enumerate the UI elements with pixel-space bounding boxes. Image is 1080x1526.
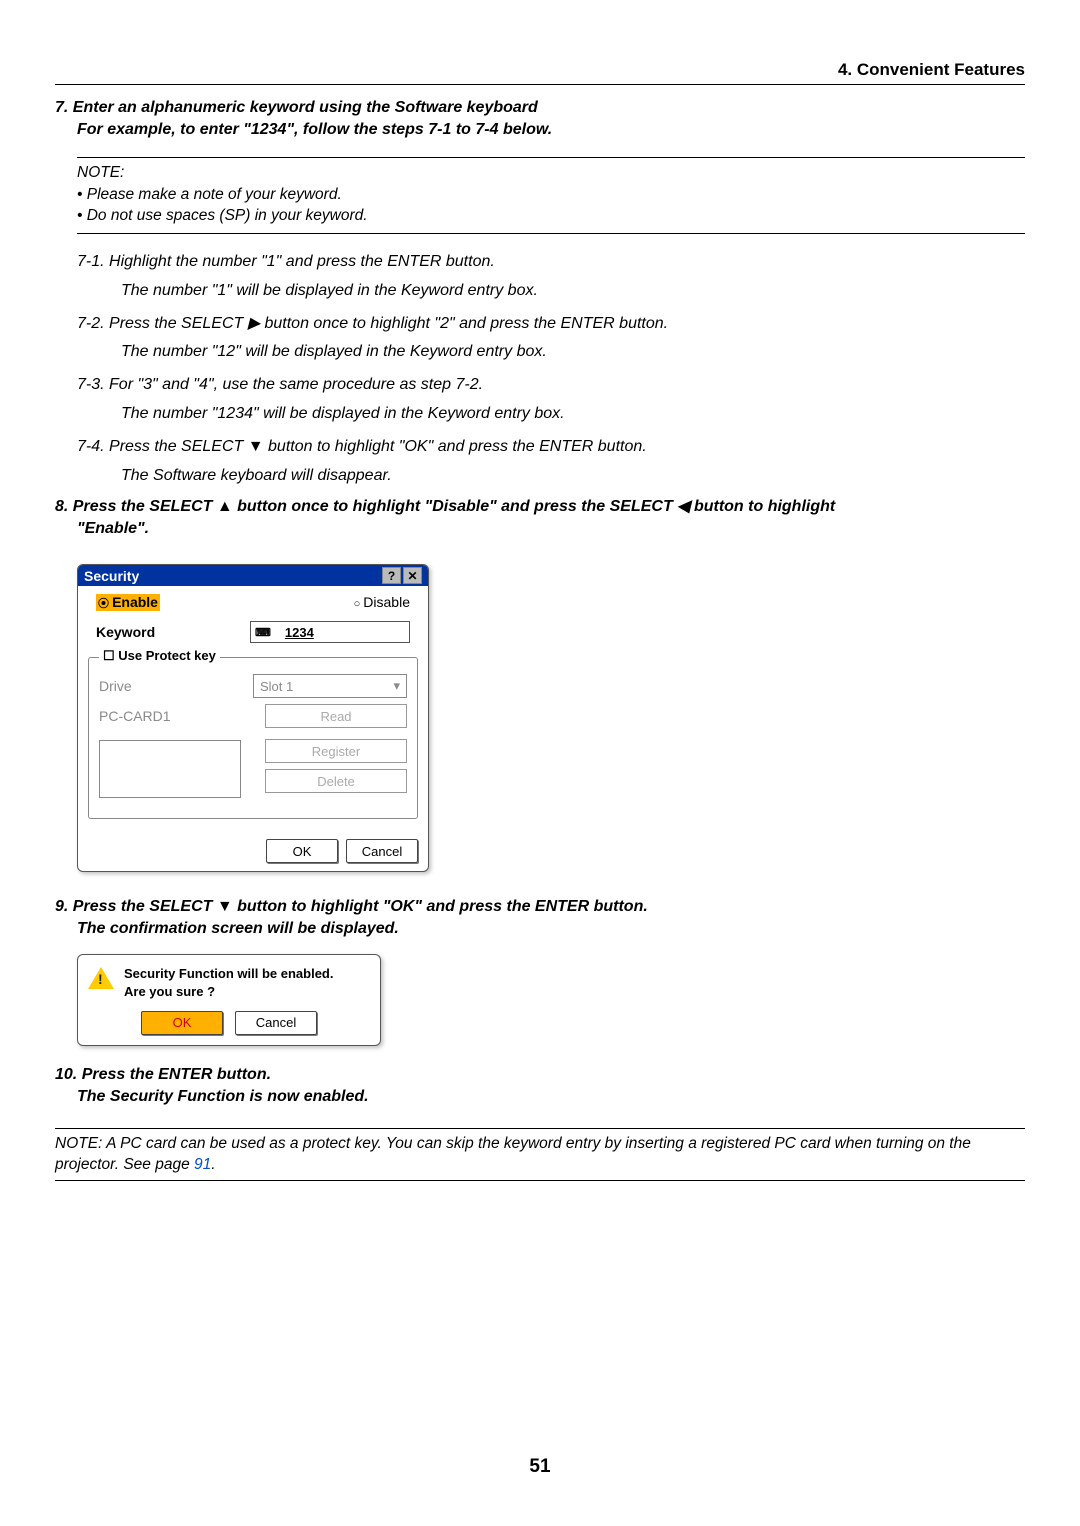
step-10-line1: 10. Press the ENTER button.	[55, 1066, 1025, 1084]
drive-value: Slot 1	[260, 679, 293, 694]
chevron-down-icon: ▾	[393, 678, 400, 694]
security-titlebar: Security ? ✕	[78, 565, 428, 586]
step-7-3-follow: The number "1234" will be displayed in t…	[121, 402, 1025, 427]
step-7-4: 7-4. Press the SELECT ▼ button to highli…	[77, 435, 1025, 460]
step-7-1-follow: The number "1" will be displayed in the …	[121, 279, 1025, 304]
radio-enable[interactable]: Enable	[96, 594, 160, 611]
final-note-text: NOTE: A PC card can be used as a protect…	[55, 1135, 971, 1174]
final-note: NOTE: A PC card can be used as a protect…	[55, 1128, 1025, 1181]
confirm-ok-button[interactable]: OK	[141, 1011, 223, 1035]
confirm-msg-2: Are you sure ?	[124, 983, 333, 1001]
help-icon[interactable]: ?	[382, 567, 401, 584]
radio-disable[interactable]: Disable	[354, 594, 410, 611]
pccard-list[interactable]	[99, 740, 241, 798]
page-link-91[interactable]: 91	[194, 1156, 211, 1173]
protect-key-panel: Use Protect key Drive Slot 1 ▾ PC-CARD1 …	[88, 657, 418, 819]
note-bullet-1: • Please make a note of your keyword.	[77, 184, 1025, 206]
delete-button[interactable]: Delete	[265, 769, 407, 793]
confirm-dialog: Security Function will be enabled. Are y…	[77, 954, 381, 1045]
step-10-line2: The Security Function is now enabled.	[77, 1088, 1025, 1106]
keyword-field[interactable]: ⌨ 1234	[250, 621, 410, 643]
step-7-1: 7-1. Highlight the number "1" and press …	[77, 250, 1025, 275]
pccard-label: PC-CARD1	[99, 708, 171, 724]
cancel-button[interactable]: Cancel	[346, 839, 418, 863]
final-note-end: .	[211, 1156, 215, 1173]
note-label: NOTE:	[77, 162, 1025, 184]
ok-button[interactable]: OK	[266, 839, 338, 863]
note-bullet-2: • Do not use spaces (SP) in your keyword…	[77, 205, 1025, 227]
keyboard-icon: ⌨	[255, 626, 271, 639]
step-7-2: 7-2. Press the SELECT ▶ button once to h…	[77, 312, 1025, 337]
section-header: 4. Convenient Features	[55, 60, 1025, 85]
close-icon[interactable]: ✕	[403, 567, 422, 584]
security-dialog: Security ? ✕ Enable Disable Keyword ⌨ 12…	[77, 564, 429, 872]
step-9-line1: 9. Press the SELECT ▼ button to highligh…	[55, 898, 1025, 916]
drive-label: Drive	[99, 678, 132, 694]
confirm-cancel-button[interactable]: Cancel	[235, 1011, 317, 1035]
read-button[interactable]: Read	[265, 704, 407, 728]
register-button[interactable]: Register	[265, 739, 407, 763]
step-7-4-follow: The Software keyboard will disappear.	[121, 464, 1025, 489]
use-protect-key-checkbox[interactable]: Use Protect key	[99, 648, 220, 664]
confirm-msg-1: Security Function will be enabled.	[124, 965, 333, 983]
step-8-line2: "Enable".	[77, 520, 1025, 538]
step-7-3: 7-3. For "3" and "4", use the same proce…	[77, 373, 1025, 398]
step-8-line1: 8. Press the SELECT ▲ button once to hig…	[55, 496, 1025, 516]
note-box: NOTE: • Please make a note of your keywo…	[77, 157, 1025, 234]
step-7-2-follow: The number "12" will be displayed in the…	[121, 340, 1025, 365]
keyword-label: Keyword	[96, 624, 155, 640]
keyword-value: 1234	[285, 625, 314, 640]
security-title: Security	[84, 568, 139, 584]
warning-icon	[88, 967, 114, 989]
step-7-line1: 7. Enter an alphanumeric keyword using t…	[55, 99, 1025, 117]
drive-select[interactable]: Slot 1 ▾	[253, 674, 407, 698]
step-7-line2: For example, to enter "1234", follow the…	[77, 121, 1025, 139]
page-number: 51	[0, 1456, 1080, 1478]
step-9-line2: The confirmation screen will be displaye…	[77, 920, 1025, 938]
